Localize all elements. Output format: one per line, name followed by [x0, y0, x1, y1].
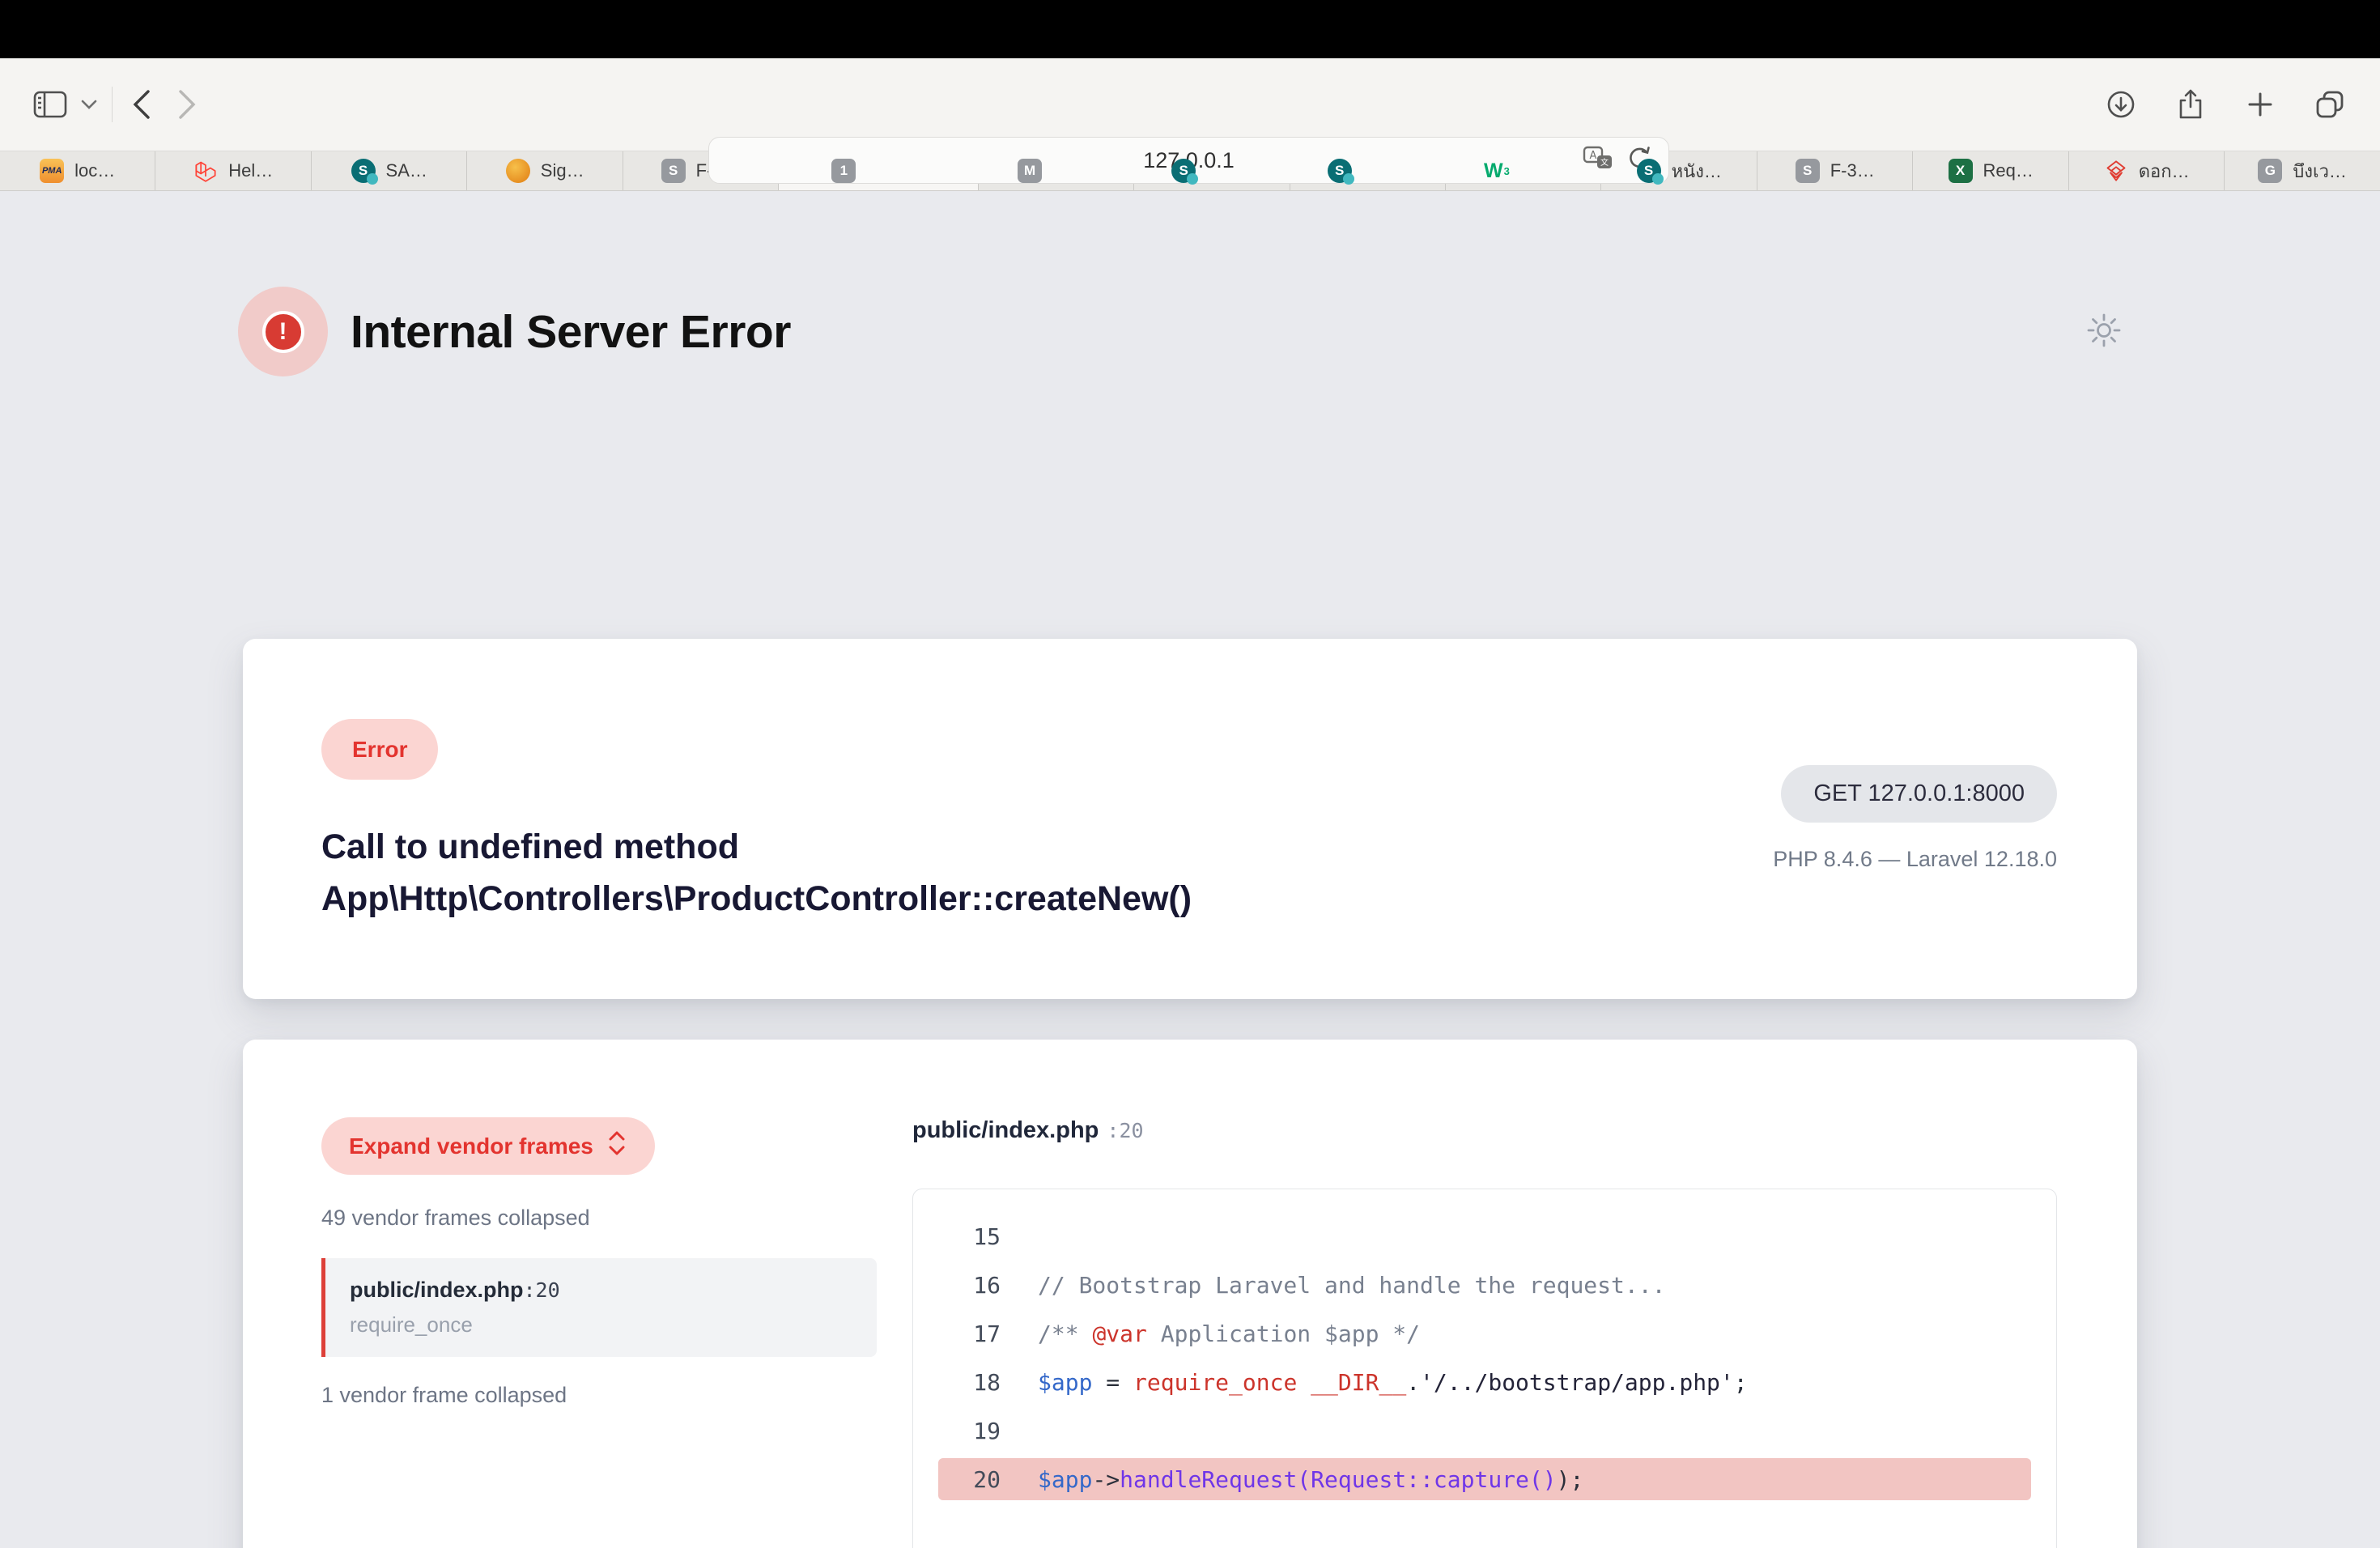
w3schools-icon: W3 [1485, 159, 1509, 183]
sharepoint-icon: S [1637, 159, 1661, 183]
forward-icon [178, 90, 196, 119]
browser-toolbar: 127.0.0.1 A 文 [0, 58, 2380, 151]
code-line-17: 17 /** @var Application $app */ [913, 1309, 2056, 1358]
tab-01-phpmyadmin[interactable]: PMA loc… [0, 151, 155, 190]
trace-column: Expand vendor frames 49 vendor frames co… [321, 1117, 877, 1408]
sidebar-icon [33, 91, 67, 118]
code-file-header: public/index.php:20 [912, 1117, 2057, 1144]
tab-03-sharepoint[interactable]: S SA… [312, 151, 467, 190]
back-button[interactable] [119, 79, 164, 130]
sun-icon [2085, 339, 2123, 351]
svg-text:文: 文 [1600, 157, 1609, 168]
exception-message: Call to undefined method App\Http\Contro… [321, 821, 1192, 925]
downloads-button[interactable] [2098, 79, 2144, 130]
letter-1-icon: 1 [831, 159, 856, 183]
code-line-19: 19 [913, 1406, 2056, 1455]
code-viewer: 15 16 // Bootstrap Laravel and handle th… [912, 1189, 2057, 1548]
phpmyadmin-icon: PMA [40, 159, 64, 183]
error-type-badge: Error [321, 719, 438, 780]
excel-icon: X [1949, 159, 1973, 183]
chevron-down-icon [81, 100, 97, 109]
code-line-18: 18 $app = require_once __DIR__.'/../boot… [913, 1358, 2056, 1406]
vendor-frames-collapsed-top: 49 vendor frames collapsed [321, 1206, 877, 1231]
stack-trace-card: Expand vendor frames 49 vendor frames co… [243, 1040, 2137, 1548]
sharepoint-icon: S [351, 159, 376, 183]
letter-s-icon: S [661, 159, 686, 183]
sidebar-toggle-button[interactable] [28, 79, 73, 130]
alert-icon: ! [238, 287, 328, 376]
tab-13-excel-request[interactable]: X Req… [1913, 151, 2068, 190]
svg-text:A: A [1590, 150, 1597, 162]
page-title: Internal Server Error [351, 305, 791, 359]
frame-function: require_once [350, 1312, 852, 1337]
expand-chevrons-icon [606, 1129, 627, 1163]
download-icon [2106, 90, 2136, 119]
code-line-ref: :20 [1107, 1119, 1143, 1142]
exception-message-line2: App\Http\Controllers\ProductController::… [321, 873, 1192, 925]
expand-vendor-frames-button[interactable]: Expand vendor frames [321, 1117, 655, 1175]
frame-file: public/index.php:20 [350, 1278, 852, 1303]
version-info: PHP 8.4.6 — Laravel 12.18.0 [1773, 847, 2057, 872]
request-meta: GET 127.0.0.1:8000 PHP 8.4.6 — Laravel 1… [1773, 765, 2057, 872]
forward-button[interactable] [164, 79, 210, 130]
tab-overview-button[interactable] [2307, 79, 2352, 130]
letter-g-icon: G [2258, 159, 2282, 183]
share-icon [2178, 89, 2204, 120]
error-summary-card: Error Call to undefined method App\Http\… [243, 639, 2137, 999]
tab-12-form[interactable]: S F-3… [1757, 151, 1913, 190]
toolbar-divider [112, 87, 113, 122]
toolbar-left-group [28, 58, 210, 151]
tab-15-g-site[interactable]: G บึงเว… [2225, 151, 2379, 190]
letter-m-icon: M [1018, 159, 1042, 183]
translate-icon[interactable]: A 文 [1583, 145, 1615, 176]
code-line-15: 15 [913, 1212, 2056, 1261]
share-button[interactable] [2168, 79, 2213, 130]
toolbar-right-group [2098, 58, 2352, 151]
sidebar-menu-button[interactable] [73, 79, 105, 130]
tab-14-thai-shop[interactable]: ดอก… [2069, 151, 2225, 190]
page-header: ! Internal Server Error [238, 287, 2142, 376]
code-line-20-highlighted: 20 $app->handleRequest(Request::capture(… [913, 1455, 2056, 1503]
new-tab-button[interactable] [2238, 79, 2283, 130]
theme-toggle-button[interactable] [2085, 312, 2123, 351]
request-badge: GET 127.0.0.1:8000 [1781, 765, 2057, 823]
code-line-16: 16 // Bootstrap Laravel and handle the r… [913, 1261, 2056, 1309]
laravel-icon [193, 159, 218, 183]
orange-badge-icon [506, 159, 530, 183]
back-icon [133, 90, 151, 119]
letter-s-icon: S [1796, 159, 1820, 183]
tab-04-signature[interactable]: Sig… [467, 151, 623, 190]
tab-02-laravel-site[interactable]: Hel… [155, 151, 311, 190]
laravel-error-page: ! Internal Server Error Error Call to un… [0, 191, 2380, 1547]
exception-message-line1: Call to undefined method [321, 821, 1192, 873]
sharepoint-icon: S [1171, 159, 1196, 183]
trace-frame-item[interactable]: public/index.php:20 require_once [321, 1258, 877, 1357]
code-column: public/index.php:20 15 16 // Bootstrap L… [912, 1117, 2057, 1548]
sharepoint-icon: S [1328, 159, 1352, 183]
macos-menu-bar [0, 0, 2380, 58]
vendor-frames-collapsed-bottom: 1 vendor frame collapsed [321, 1383, 877, 1408]
tab-overview-icon [2314, 89, 2345, 120]
plus-icon [2247, 91, 2273, 117]
red-diamond-icon [2104, 159, 2128, 183]
